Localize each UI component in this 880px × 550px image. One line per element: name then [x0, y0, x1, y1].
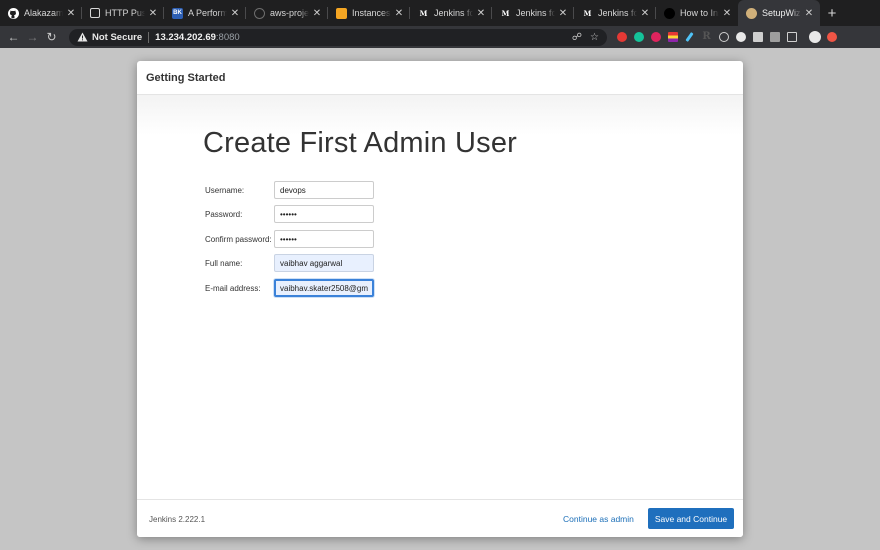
continue-as-admin-button[interactable]: Continue as admin [563, 514, 634, 524]
tab-performance[interactable]: BK A Performan ✕ [164, 0, 246, 26]
back-icon[interactable]: ← [4, 26, 23, 48]
extension-menu-icon[interactable] [823, 26, 840, 48]
aws-box-icon [336, 7, 347, 19]
warning-triangle-icon [77, 32, 88, 42]
tab-close-icon[interactable]: ✕ [476, 8, 486, 19]
email-label: E-mail address: [205, 283, 261, 293]
github-icon [8, 7, 19, 19]
tab-title: HTTP Push [105, 8, 145, 18]
medium-icon: M [583, 8, 592, 18]
tab-close-icon[interactable]: ✕ [312, 8, 322, 19]
confirm-password-row: Confirm password: [205, 230, 374, 248]
extension-pen-icon[interactable] [681, 26, 698, 48]
full-name-row: Full name: [205, 254, 374, 272]
full-name-label: Full name: [205, 258, 243, 268]
calendar-icon [90, 8, 100, 18]
profile-avatar-icon[interactable] [806, 26, 823, 48]
extension-grammarly-icon[interactable] [630, 26, 647, 48]
tab-jenkins-2[interactable]: M Jenkins for ✕ [492, 0, 574, 26]
jenkins-version: Jenkins 2.222.1 [149, 515, 206, 524]
tab-alakazam[interactable]: Alakazam03 ✕ [0, 0, 82, 26]
browser-toolbar: ← → ↻ Not Secure 13.234.202.69 :8080 ☍ ☆… [0, 26, 880, 48]
bookmark-star-icon[interactable]: ☆ [590, 32, 599, 43]
tab-title: Jenkins for [516, 8, 555, 18]
address-bar[interactable]: Not Secure 13.234.202.69 :8080 ☍ ☆ [69, 28, 607, 46]
extension-box-icon[interactable] [766, 26, 783, 48]
email-input[interactable] [274, 279, 374, 297]
forward-icon[interactable]: → [23, 26, 42, 48]
extension-colors-icon[interactable] [664, 26, 681, 48]
tab-close-icon[interactable]: ✕ [230, 8, 240, 19]
jenkins-icon [746, 7, 757, 19]
extension-react-icon[interactable] [715, 26, 732, 48]
extension-r-icon[interactable]: R [698, 26, 715, 48]
extension-notion-icon[interactable] [783, 26, 800, 48]
extension-red-icon[interactable] [613, 26, 630, 48]
tab-http-push[interactable]: HTTP Push ✕ [82, 0, 164, 26]
tab-close-icon[interactable]: ✕ [148, 8, 158, 19]
tab-title: Jenkins for [434, 8, 473, 18]
tab-close-icon[interactable]: ✕ [394, 8, 404, 19]
new-tab-button[interactable]: + [820, 0, 844, 26]
save-and-continue-button[interactable]: Save and Continue [648, 508, 734, 529]
full-name-input[interactable] [274, 254, 374, 272]
extension-t-icon[interactable] [647, 26, 664, 48]
password-row: Password: [205, 205, 374, 223]
tab-aws-project[interactable]: aws-project ✕ [246, 0, 328, 26]
page-title: Create First Admin User [203, 127, 518, 159]
key-icon[interactable]: ☍ [572, 32, 582, 43]
tab-how-to-install[interactable]: How to Insta ✕ [656, 0, 738, 26]
dialog-header: Getting Started [137, 61, 743, 95]
tab-title: aws-project [270, 8, 309, 18]
tab-setup-wizard[interactable]: SetupWizard ✕ [738, 0, 820, 26]
confirm-password-input[interactable] [274, 230, 374, 248]
tab-title: Alakazam03 [24, 8, 63, 18]
tab-close-icon[interactable]: ✕ [66, 8, 76, 19]
tab-close-icon[interactable]: ✕ [640, 8, 650, 19]
bk-icon: BK [172, 7, 183, 19]
setup-wizard-dialog: Getting Started Create First Admin User … [137, 61, 743, 537]
confirm-password-label: Confirm password: [205, 234, 272, 244]
tab-title: Jenkins for [598, 8, 637, 18]
url-host: 13.234.202.69 [155, 31, 216, 43]
tab-title: SetupWizard [762, 8, 801, 18]
extension-white-circle-icon[interactable] [732, 26, 749, 48]
browser-tab-strip: Alakazam03 ✕ HTTP Push ✕ BK A Performan … [0, 0, 880, 26]
tab-title: Instances | [352, 8, 391, 18]
medium-icon: M [501, 8, 510, 18]
tab-title: How to Insta [680, 8, 719, 18]
tab-jenkins-1[interactable]: M Jenkins for ✕ [410, 0, 492, 26]
black-circle-icon [664, 7, 675, 19]
email-row: E-mail address: [205, 279, 374, 297]
username-label: Username: [205, 185, 245, 195]
username-input[interactable] [274, 181, 374, 199]
password-label: Password: [205, 209, 243, 219]
tab-jenkins-3[interactable]: M Jenkins for ✕ [574, 0, 656, 26]
tab-title: A Performan [188, 8, 227, 18]
url-port: :8080 [215, 31, 240, 43]
security-label: Not Secure [92, 31, 143, 43]
medium-icon: M [419, 8, 428, 18]
extension-square-icon[interactable] [749, 26, 766, 48]
password-input[interactable] [274, 205, 374, 223]
tab-close-icon[interactable]: ✕ [558, 8, 568, 19]
reload-icon[interactable]: ↻ [42, 26, 61, 48]
tab-close-icon[interactable]: ✕ [722, 8, 732, 19]
dialog-body: Create First Admin User Username: Passwo… [137, 95, 743, 499]
username-row: Username: [205, 181, 374, 199]
globe-icon [254, 7, 265, 19]
tab-instances[interactable]: Instances | ✕ [328, 0, 410, 26]
dialog-footer: Jenkins 2.222.1 Continue as admin Save a… [137, 499, 743, 537]
tab-close-icon[interactable]: ✕ [804, 8, 814, 19]
address-divider [148, 31, 150, 43]
